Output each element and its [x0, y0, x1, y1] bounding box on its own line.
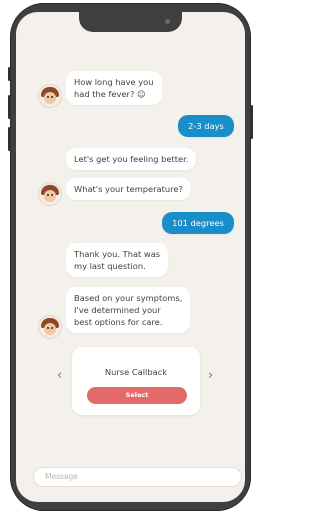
carousel-next-icon[interactable]: › [208, 369, 213, 382]
mute-switch [8, 67, 11, 81]
bot-avatar-icon [38, 84, 62, 108]
camera-icon [165, 19, 170, 24]
user-message: 2-3 days [178, 115, 234, 137]
care-option-card[interactable]: Nurse Callback Select [72, 347, 200, 415]
select-button[interactable]: Select [87, 387, 187, 404]
message-line: How long have you [74, 77, 154, 87]
bot-message: Based on your symptoms, I've determined … [66, 287, 191, 333]
message-line: best options for care. [74, 317, 163, 327]
volume-down-button [8, 127, 11, 151]
message-line: I've determined your [74, 305, 161, 315]
power-button [250, 105, 253, 139]
bot-message: Thank you. That was my last question. [66, 243, 169, 277]
message-line: Thank you. That was [74, 249, 161, 259]
carousel-prev-icon[interactable]: ‹ [57, 369, 62, 382]
user-message: 101 degrees [162, 212, 234, 234]
message-line: What's your temperature? [74, 184, 183, 194]
message-line: Let's get you feeling better. [74, 154, 189, 164]
volume-up-button [8, 95, 11, 119]
bot-avatar-icon [38, 315, 62, 339]
bot-avatar-icon [38, 182, 62, 206]
message-line: my last question. [74, 261, 146, 271]
message-input[interactable]: Message [33, 467, 242, 487]
care-option-title: Nurse Callback [104, 367, 168, 377]
message-line: 101 degrees [172, 218, 224, 228]
message-line: had the fever? ☺ [74, 89, 146, 99]
bot-message: What's your temperature? [66, 178, 191, 200]
bot-message: Let's get you feeling better. [66, 148, 197, 170]
chat-screen: How long have you had the fever? ☺ 2-3 d… [16, 12, 245, 502]
bot-message: How long have you had the fever? ☺ [66, 71, 162, 105]
message-line: 2-3 days [188, 121, 224, 131]
message-line: Based on your symptoms, [74, 293, 183, 303]
